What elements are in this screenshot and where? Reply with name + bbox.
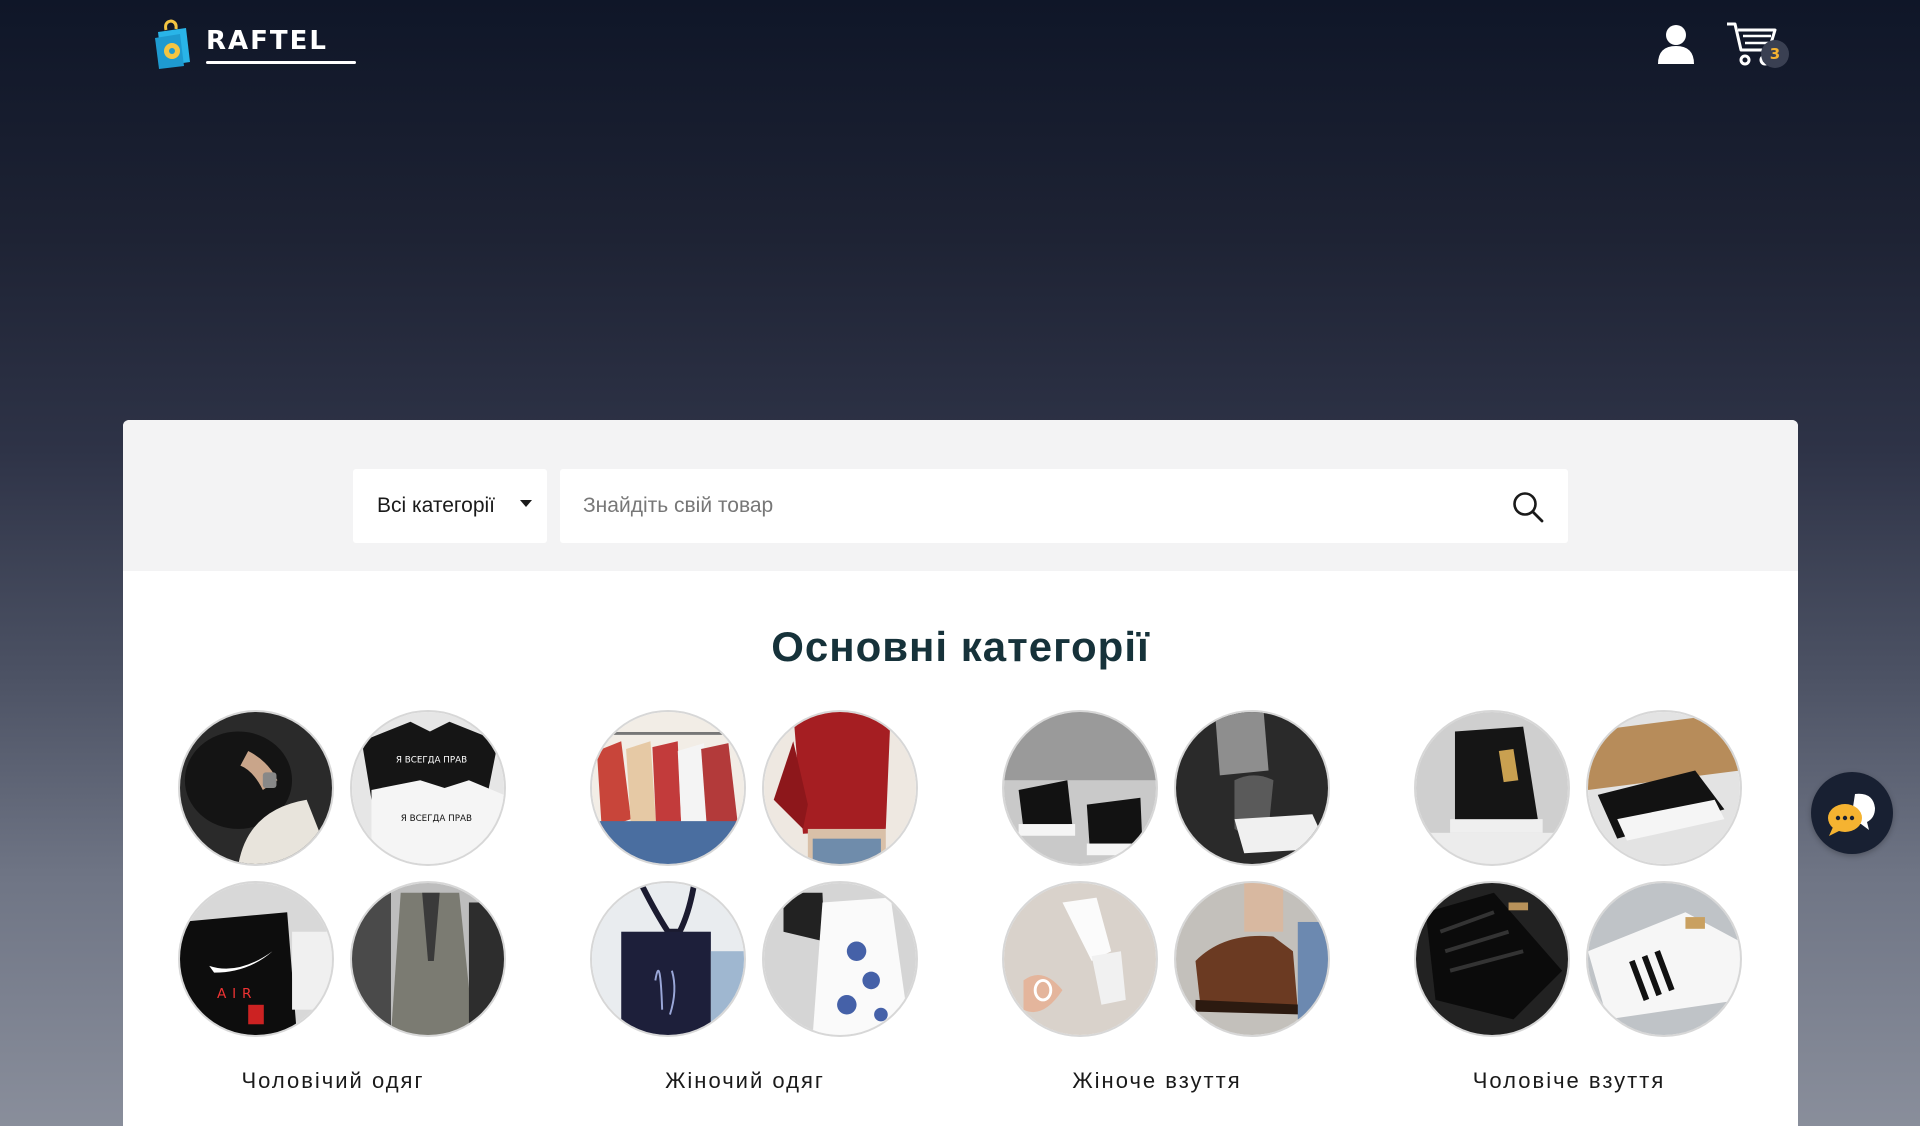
cart-count-badge: 3 [1761, 40, 1789, 68]
brand-name: RAFTEL [206, 26, 356, 64]
platform-sneakers-image [1004, 712, 1156, 864]
category-label: Чоловіче взуття [1472, 1068, 1666, 1093]
cart-button[interactable]: 3 [1725, 18, 1795, 70]
category-thumbnail [1002, 881, 1158, 1037]
category-thumbnail [1174, 710, 1330, 866]
category-thumbnail [350, 881, 506, 1037]
category-thumbnail [1586, 881, 1742, 1037]
brand-name-text: RAFTEL [206, 26, 328, 56]
user-icon [1658, 25, 1694, 64]
embroidered-shirt-image [764, 883, 916, 1035]
search-button[interactable] [1510, 489, 1546, 525]
search-input[interactable] [560, 469, 1500, 543]
white-heels-image [1004, 883, 1156, 1035]
category-label: Чоловічий одяг [241, 1068, 425, 1093]
category-thumbnail [1002, 710, 1158, 866]
category-thumbnail [1414, 881, 1570, 1037]
nike-tshirt-image: AIR [180, 883, 332, 1035]
category-mens-shoes[interactable]: Чоловіче взуття [1359, 710, 1742, 1120]
category-label: Жіночий одяг [665, 1068, 825, 1093]
category-thumbnail [1586, 710, 1742, 866]
tote-bag-image [592, 883, 744, 1035]
chat-icon [1828, 793, 1875, 836]
caret-down-icon [520, 500, 532, 507]
account-button[interactable] [1652, 22, 1700, 66]
mens-sweater-image [180, 712, 332, 864]
category-label: Жіноче взуття [1072, 1068, 1242, 1093]
black-knit-sneakers-image [1416, 883, 1568, 1035]
svg-text:Я ВСЕГДА ПРАВ: Я ВСЕГДА ПРАВ [396, 756, 467, 766]
chat-button[interactable] [1811, 772, 1893, 854]
section-title: Основні категорії [771, 623, 1150, 670]
category-thumbnail: Я ВСЕГДА ПРАВ Я ВСЕГДА ПРАВ [350, 710, 506, 866]
category-thumbnail [590, 710, 746, 866]
search-bar: Всі категорії [123, 420, 1798, 571]
category-thumbnail [762, 881, 918, 1037]
svg-text:AIR: AIR [217, 986, 257, 1002]
clothes-rack-image [592, 712, 744, 864]
category-thumbnail [762, 710, 918, 866]
category-thumbnail [178, 710, 334, 866]
category-mens-clothing[interactable]: Я ВСЕГДА ПРАВ Я ВСЕГДА ПРАВ AIR Чоловічи… [123, 710, 506, 1120]
adidas-sneakers-image [1588, 883, 1740, 1035]
red-top-image [764, 712, 916, 864]
category-womens-clothing[interactable]: Жіночий одяг [535, 710, 918, 1120]
category-womens-shoes[interactable]: Жіноче взуття [947, 710, 1330, 1120]
svg-text:Я ВСЕГДА ПРАВ: Я ВСЕГДА ПРАВ [401, 814, 472, 824]
brand-logo[interactable]: RAFTEL [152, 18, 356, 70]
search-icon [1513, 492, 1544, 523]
category-thumbnail [1174, 881, 1330, 1037]
category-dropdown-label: Всі категорії [377, 494, 495, 517]
category-thumbnail [1414, 710, 1570, 866]
printed-tshirts-image: Я ВСЕГДА ПРАВ Я ВСЕГДА ПРАВ [352, 712, 504, 864]
category-thumbnail: AIR [178, 881, 334, 1037]
site-header: RAFTEL 3 [0, 0, 1920, 100]
mens-coat-image [352, 883, 504, 1035]
main-card: Всі категорії Основні категорії [123, 420, 1798, 1126]
search-box [560, 469, 1568, 543]
brown-boots-image [1176, 883, 1328, 1035]
category-dropdown[interactable]: Всі категорії [353, 469, 547, 543]
raftel-logo-icon [155, 19, 190, 69]
sneaker-box-image [1588, 712, 1740, 864]
jordan-sneakers-image [1416, 712, 1568, 864]
category-thumbnail [590, 881, 746, 1037]
sneakers-bw-image [1176, 712, 1328, 864]
brand-underline [206, 61, 356, 64]
